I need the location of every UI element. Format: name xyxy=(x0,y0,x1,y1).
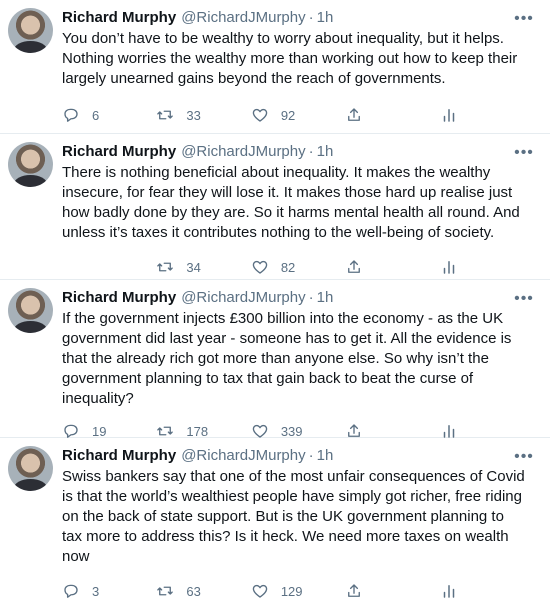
like-count: 339 xyxy=(280,423,303,439)
tweet-timestamp[interactable]: 1h xyxy=(317,446,334,466)
tweet-timestamp[interactable]: 1h xyxy=(317,288,334,308)
share-icon xyxy=(348,108,361,121)
reply-button[interactable]: 3 xyxy=(62,582,156,600)
analytics-icon xyxy=(443,585,454,598)
tweet[interactable]: Richard Murphy @RichardJMurphy · 1h ••• … xyxy=(0,134,550,280)
like-button[interactable]: 92 xyxy=(251,106,345,124)
share-button[interactable] xyxy=(345,106,439,124)
tweet[interactable]: Richard Murphy @RichardJMurphy · 1h ••• … xyxy=(0,280,550,439)
retweet-count: 178 xyxy=(186,423,209,439)
tweet-actions: 3 63 129 xyxy=(62,575,534,607)
like-count: 82 xyxy=(280,259,296,275)
more-icon[interactable]: ••• xyxy=(514,289,534,309)
author-name[interactable]: Richard Murphy xyxy=(62,8,176,28)
retweet-count: 63 xyxy=(186,583,201,599)
tweet[interactable]: Richard Murphy @RichardJMurphy · 1h ••• … xyxy=(0,0,550,134)
retweet-icon xyxy=(157,110,174,120)
reply-count: 6 xyxy=(92,107,100,123)
share-button[interactable] xyxy=(345,582,439,600)
tweet-feed: Richard Murphy @RichardJMurphy · 1h ••• … xyxy=(0,0,550,599)
tweet-header: Richard Murphy @RichardJMurphy · 1h xyxy=(62,8,534,28)
analytics-button[interactable] xyxy=(440,582,534,600)
share-icon xyxy=(348,584,361,597)
like-count: 129 xyxy=(280,583,303,599)
avatar[interactable] xyxy=(8,142,53,187)
tweet-timestamp[interactable]: 1h xyxy=(317,8,334,28)
like-icon xyxy=(252,584,268,598)
author-handle[interactable]: @RichardJMurphy xyxy=(181,142,305,162)
retweet-icon xyxy=(157,586,174,596)
tweet-text: There is nothing beneficial about inequa… xyxy=(62,164,520,241)
tweet-header: Richard Murphy @RichardJMurphy · 1h xyxy=(62,288,534,308)
author-name[interactable]: Richard Murphy xyxy=(62,446,176,466)
tweet-header: Richard Murphy @RichardJMurphy · 1h xyxy=(62,446,534,466)
retweet-button[interactable]: 34 xyxy=(156,258,250,276)
tweet-text: You don’t have to be wealthy to worry ab… xyxy=(62,30,518,87)
author-name[interactable]: Richard Murphy xyxy=(62,142,176,162)
more-icon[interactable]: ••• xyxy=(514,9,534,29)
avatar[interactable] xyxy=(8,8,53,53)
more-icon[interactable]: ••• xyxy=(514,143,534,163)
author-handle[interactable]: @RichardJMurphy xyxy=(181,288,305,308)
reply-count: 3 xyxy=(92,583,100,599)
like-button[interactable]: 129 xyxy=(251,582,345,600)
analytics-icon xyxy=(443,109,454,122)
reply-button[interactable]: 6 xyxy=(62,106,156,124)
reply-icon xyxy=(64,108,78,122)
retweet-button[interactable]: 63 xyxy=(156,582,250,600)
separator-dot: · xyxy=(308,447,314,464)
analytics-button[interactable] xyxy=(440,258,534,276)
more-icon[interactable]: ••• xyxy=(514,447,534,467)
retweet-count: 33 xyxy=(186,107,201,123)
like-button[interactable]: 82 xyxy=(251,258,345,276)
tweet-header: Richard Murphy @RichardJMurphy · 1h xyxy=(62,142,534,162)
like-count: 92 xyxy=(280,107,296,123)
separator-dot: · xyxy=(308,9,314,26)
share-icon xyxy=(348,260,361,273)
retweet-icon xyxy=(157,262,174,272)
author-handle[interactable]: @RichardJMurphy xyxy=(181,446,305,466)
like-icon xyxy=(252,108,268,122)
retweet-count: 34 xyxy=(186,259,201,275)
analytics-icon xyxy=(443,261,454,274)
tweet-actions: 6 33 92 xyxy=(62,99,534,131)
reply-count: 19 xyxy=(92,423,107,439)
separator-dot: · xyxy=(308,289,314,306)
separator-dot: · xyxy=(308,143,314,160)
tweet-timestamp[interactable]: 1h xyxy=(317,142,334,162)
avatar[interactable] xyxy=(8,288,53,333)
tweet-text: Swiss bankers say that one of the most u… xyxy=(62,468,525,565)
tweet-text: If the government injects £300 billion i… xyxy=(62,310,512,407)
author-name[interactable]: Richard Murphy xyxy=(62,288,176,308)
tweet[interactable]: Richard Murphy @RichardJMurphy · 1h ••• … xyxy=(0,438,550,599)
avatar[interactable] xyxy=(8,446,53,491)
retweet-button[interactable]: 33 xyxy=(156,106,250,124)
reply-icon xyxy=(64,584,78,598)
analytics-button[interactable] xyxy=(440,106,534,124)
like-icon xyxy=(252,260,268,274)
author-handle[interactable]: @RichardJMurphy xyxy=(181,8,305,28)
share-button[interactable] xyxy=(345,258,439,276)
tweet-actions: 34 82 xyxy=(62,251,534,283)
